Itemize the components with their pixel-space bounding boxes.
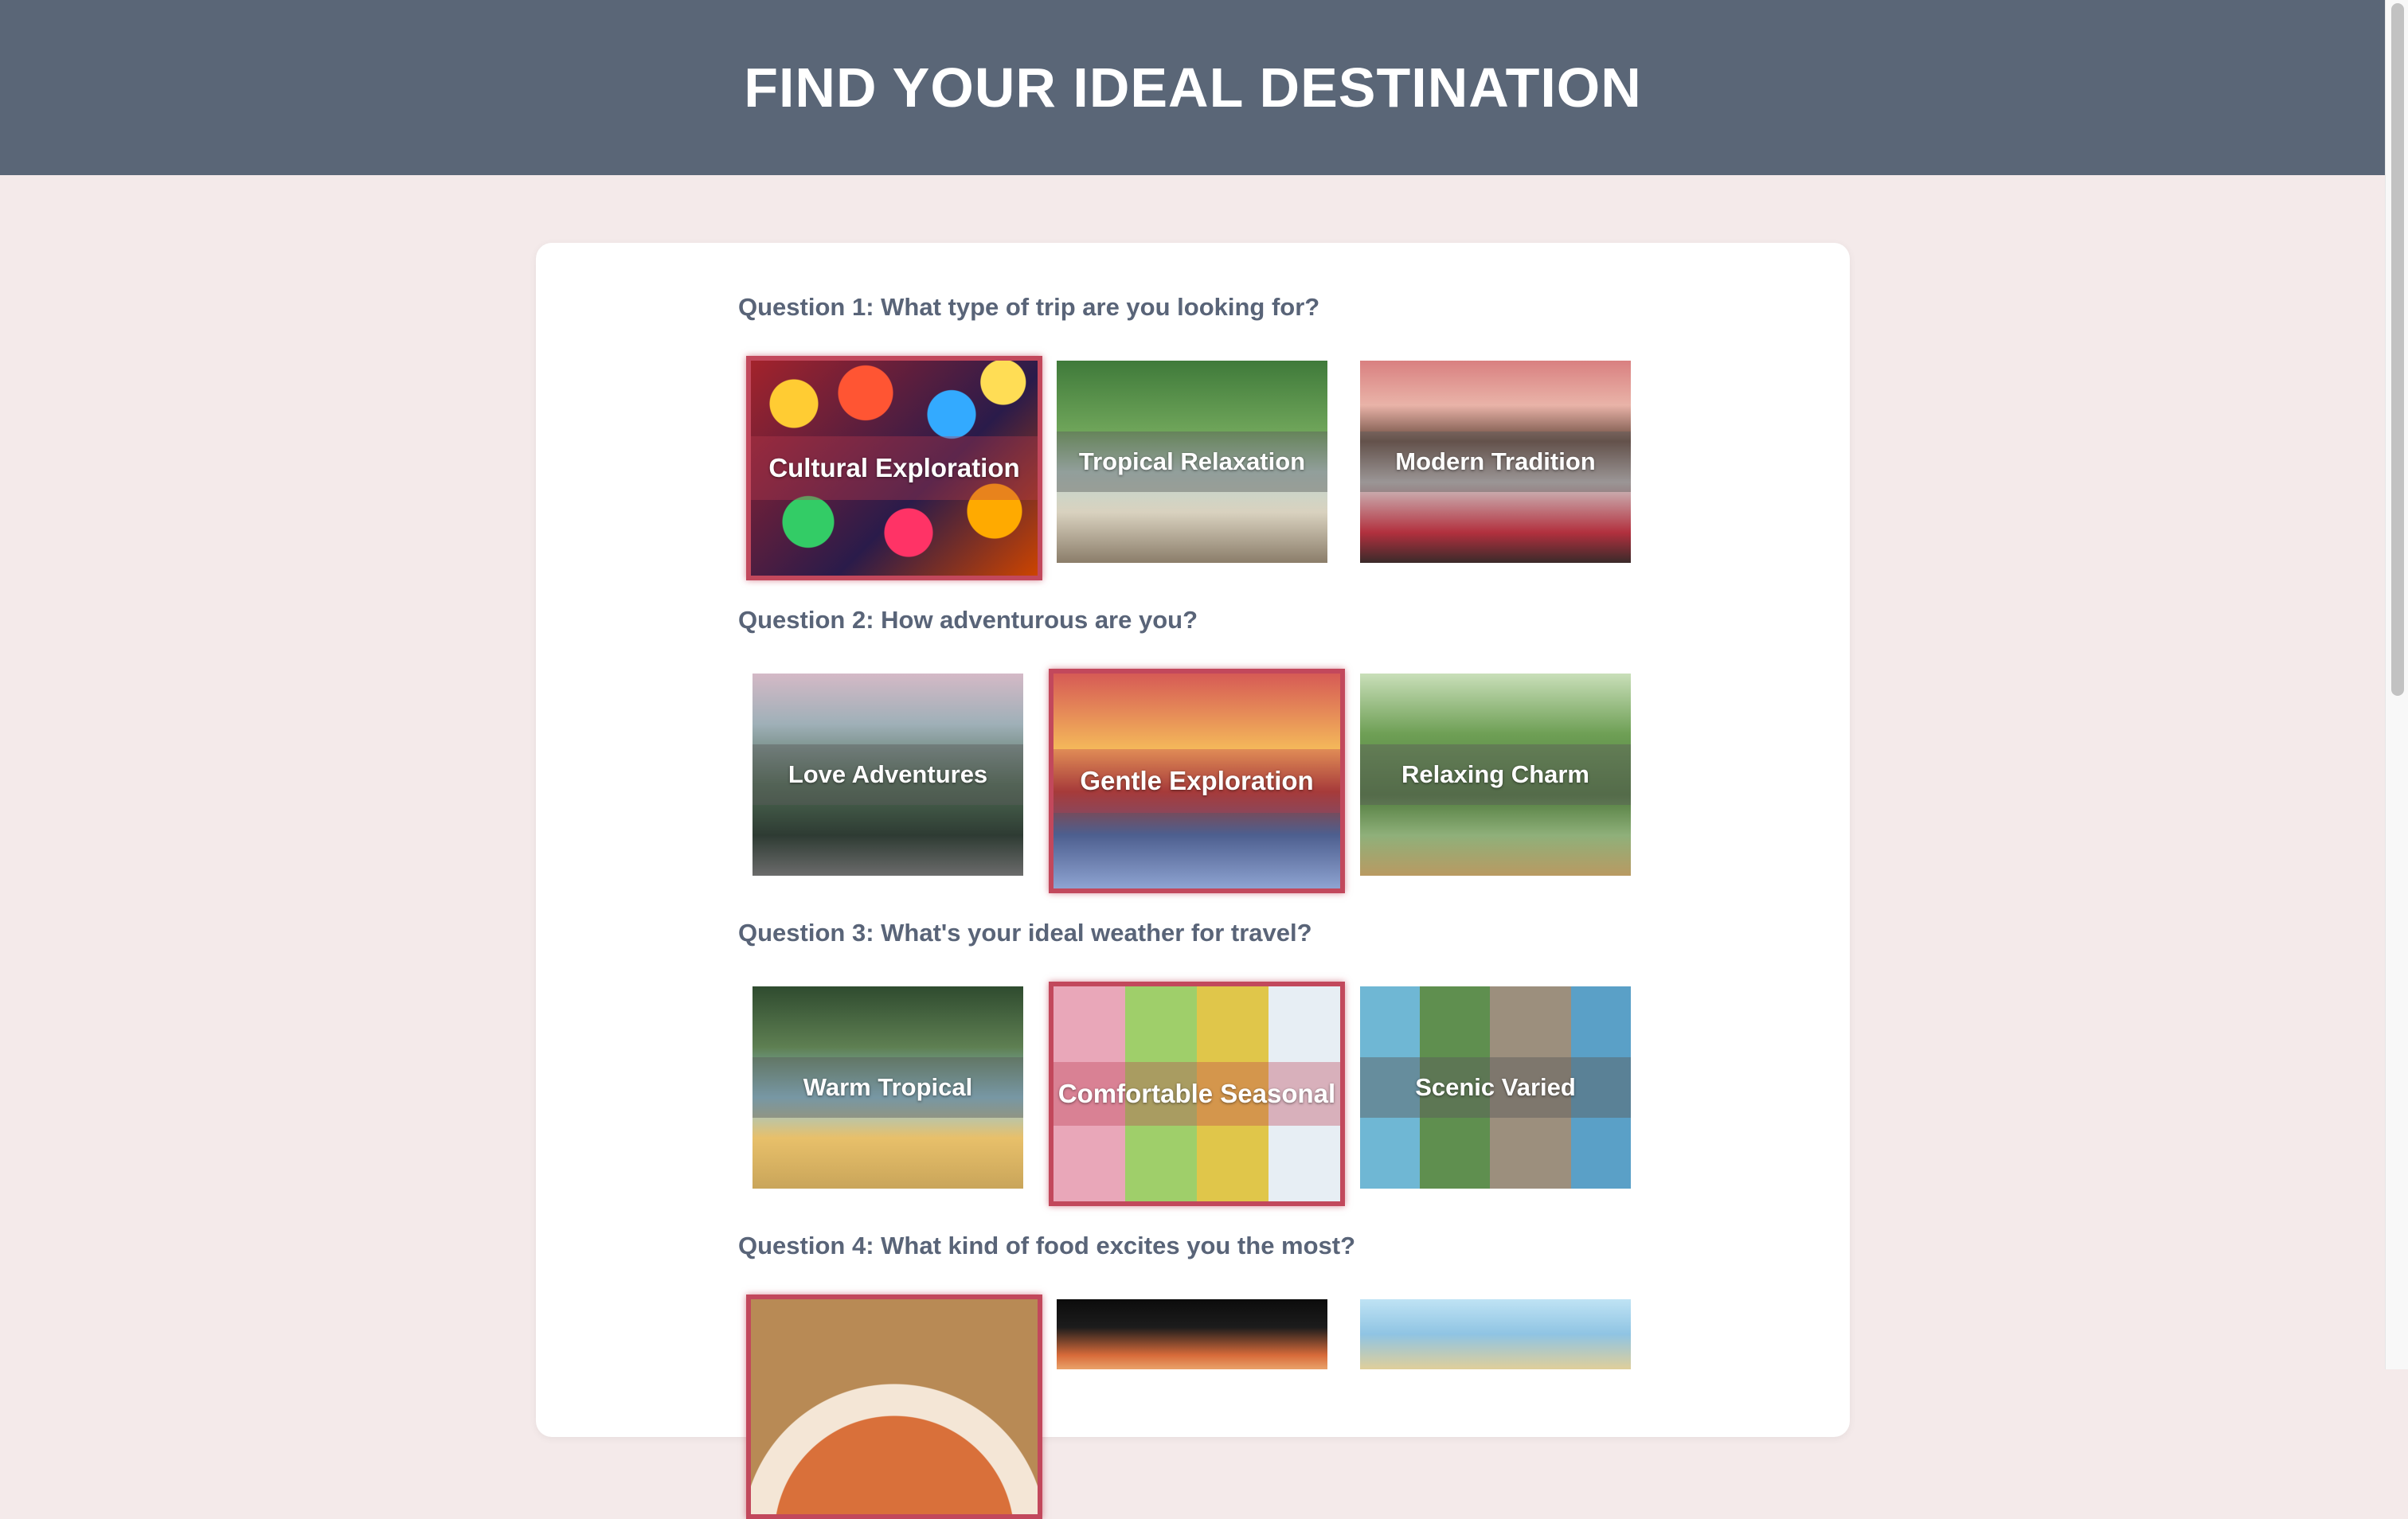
noodle-bowl-photo [751,1299,1038,1514]
option-modern-tradition[interactable]: Modern Tradition [1360,361,1631,563]
scrollbar-thumb[interactable] [2391,3,2404,696]
question-3-text: Question 3: What's your ideal weather fo… [738,919,1312,947]
option-label: Relaxing Charm [1401,760,1589,788]
option-cultural-exploration[interactable]: Cultural Exploration [746,356,1042,580]
option-label: Scenic Varied [1415,1073,1576,1101]
question-2-text: Question 2: How adventurous are you? [738,606,1198,634]
option-label: Modern Tradition [1395,447,1596,475]
page-header: FIND YOUR IDEAL DESTINATION [0,0,2386,175]
vertical-scrollbar[interactable] [2385,0,2408,1369]
seaside-dish-photo [1360,1299,1631,1369]
option-comfortable-seasonal[interactable]: Comfortable Seasonal [1049,982,1345,1206]
option-gentle-exploration[interactable]: Gentle Exploration [1049,669,1345,893]
option-label: Tropical Relaxation [1078,447,1306,475]
option-label: Love Adventures [788,760,988,788]
option-love-adventures[interactable]: Love Adventures [752,674,1023,876]
option-label: Cultural Exploration [768,453,1020,482]
option-relaxing-charm[interactable]: Relaxing Charm [1360,674,1631,876]
option-warm-tropical[interactable]: Warm Tropical [752,986,1023,1189]
question-1-text: Question 1: What type of trip are you lo… [738,293,1320,321]
option-label: Warm Tropical [803,1073,973,1101]
sushi-platter-photo [1057,1299,1327,1369]
option-label: Gentle Exploration [1080,766,1314,795]
option-scenic-varied[interactable]: Scenic Varied [1360,986,1631,1189]
option-tropical-relaxation[interactable]: Tropical Relaxation [1057,361,1327,563]
page-title: FIND YOUR IDEAL DESTINATION [744,57,1642,119]
option-food-noodles[interactable] [746,1294,1042,1519]
question-4-text: Question 4: What kind of food excites yo… [738,1232,1356,1259]
option-food-seaside[interactable] [1360,1299,1631,1369]
option-label: Comfortable Seasonal [1057,1079,1336,1108]
option-food-sushi[interactable] [1057,1299,1327,1369]
